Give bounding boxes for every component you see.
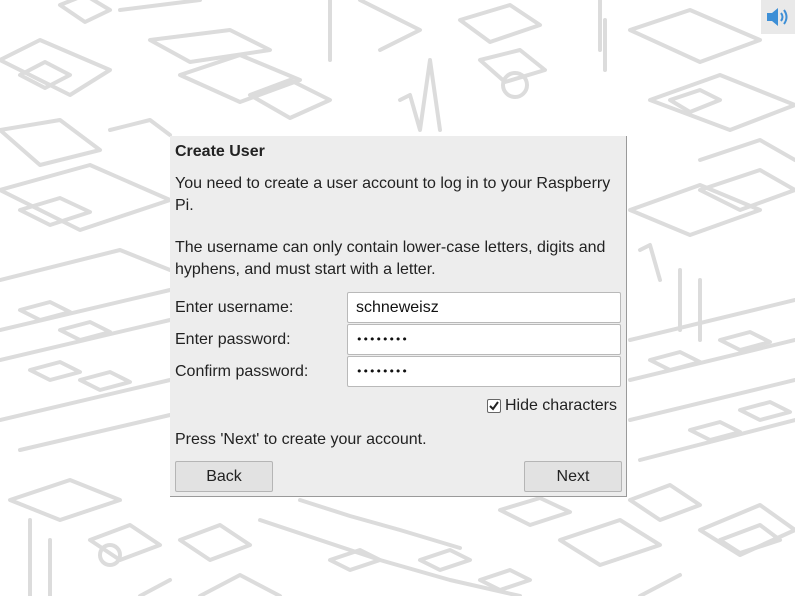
username-label: Enter username: (175, 299, 294, 316)
volume-icon (767, 8, 788, 26)
hide-characters-checkbox[interactable] (486, 399, 501, 413)
create-account-prompt: Press 'Next' to create your account. (175, 431, 427, 448)
create-user-dialog: Create User You need to create a user ac… (170, 136, 627, 497)
password-input[interactable]: •••••••• (347, 324, 621, 355)
confirm-password-input[interactable]: •••••••• (347, 356, 621, 387)
hide-characters-label: Hide characters (504, 397, 617, 414)
volume-tray-button[interactable] (761, 0, 795, 34)
dialog-title: Create User (175, 143, 265, 160)
username-input[interactable]: schneweisz (347, 292, 621, 323)
hide-characters-toggle[interactable]: Hide characters (486, 397, 617, 415)
username-rules-message: The username can only contain lower-case… (175, 239, 606, 278)
intro-message: You need to create a user account to log… (175, 175, 611, 214)
checkmark-icon (489, 401, 499, 411)
password-label: Enter password: (175, 331, 291, 348)
back-button[interactable]: Back (175, 461, 273, 492)
confirm-password-label: Confirm password: (175, 363, 309, 380)
next-button[interactable]: Next (524, 461, 622, 492)
